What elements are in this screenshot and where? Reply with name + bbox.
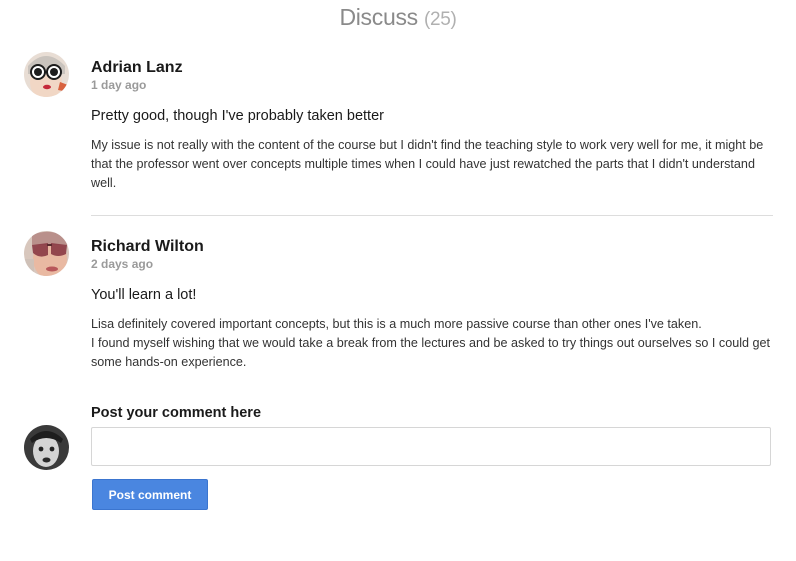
comment-text-line: I found myself wishing that we would tak… <box>91 336 771 369</box>
current-user-avatar-icon <box>24 425 69 470</box>
discussion-header: Discuss (25) <box>0 4 796 31</box>
comment-author[interactable]: Richard Wilton <box>91 237 773 257</box>
post-comment-label: Post your comment here <box>91 405 262 421</box>
comment-input[interactable] <box>91 427 771 466</box>
comment-author[interactable]: Adrian Lanz <box>91 58 773 78</box>
comment-text: My issue is not really with the content … <box>91 138 764 190</box>
comment-content: Adrian Lanz 1 day ago Pretty good, thoug… <box>91 52 773 193</box>
post-comment-button[interactable]: Post comment <box>92 479 208 510</box>
discussion-page: Discuss (25) Adrian Lanz 1 day ago Prett… <box>0 0 796 561</box>
comment-count: (25) <box>423 9 457 30</box>
comment-timestamp: 2 days ago <box>91 257 154 271</box>
discussion-title: Discuss <box>339 4 418 30</box>
comment-item: Adrian Lanz 1 day ago Pretty good, thoug… <box>24 52 774 202</box>
user-avatar-aviator-icon[interactable] <box>24 231 69 276</box>
comment-headline: Pretty good, though I've probably taken … <box>91 108 384 124</box>
comment-timestamp: 1 day ago <box>91 78 147 92</box>
comment-divider <box>91 215 773 216</box>
comment-headline: You'll learn a lot! <box>91 287 197 303</box>
comment-text-line: Lisa definitely covered important concep… <box>91 317 702 331</box>
comment-content: Richard Wilton 2 days ago You'll learn a… <box>91 231 773 372</box>
user-avatar-sunglasses-icon[interactable] <box>24 52 69 97</box>
comment-text: Lisa definitely covered important concep… <box>91 315 773 372</box>
comment-item: Richard Wilton 2 days ago You'll learn a… <box>24 231 774 381</box>
